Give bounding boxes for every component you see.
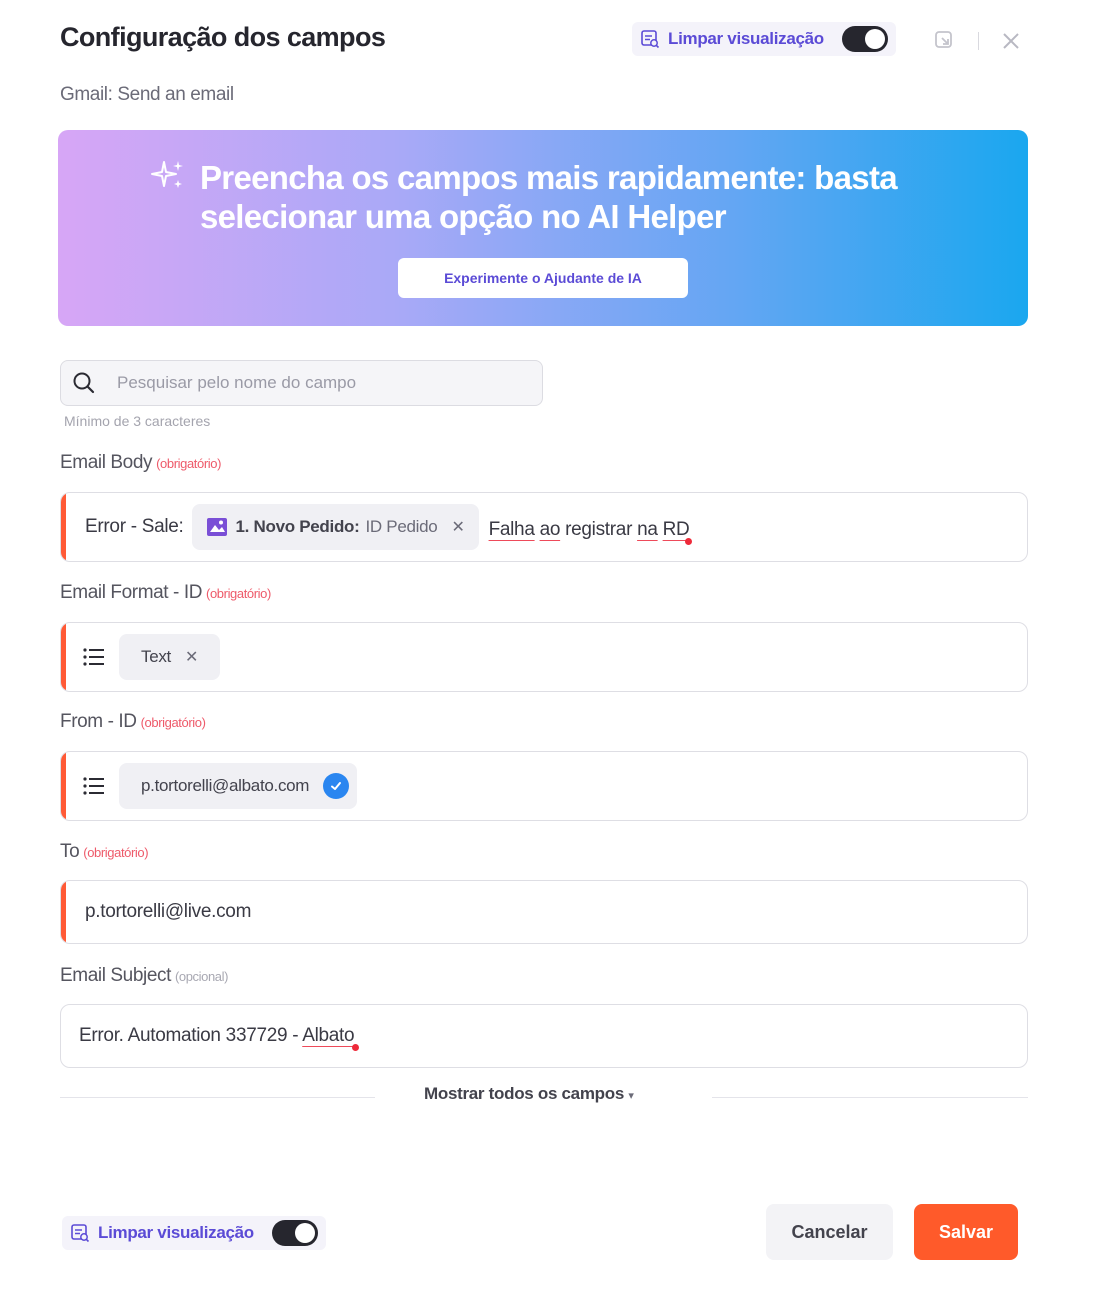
clear-preview-control[interactable]: Limpar visualização bbox=[632, 22, 896, 56]
list-icon bbox=[83, 777, 104, 795]
list-icon bbox=[83, 648, 104, 666]
from-field[interactable]: p.tortorelli@albato.com bbox=[60, 751, 1028, 821]
email-body-label-text: Email Body bbox=[60, 452, 153, 473]
email-format-field[interactable]: Text ✕ bbox=[60, 622, 1028, 692]
divider-right bbox=[712, 1097, 1028, 1098]
from-label-text: From - ID bbox=[60, 711, 137, 732]
optional-tag: (opcional) bbox=[174, 969, 229, 984]
show-all-fields-link[interactable]: Mostrar todos os campos ▾ bbox=[424, 1084, 634, 1104]
chip-step-label: 1. Novo Pedido: bbox=[235, 517, 360, 536]
order-app-icon bbox=[206, 518, 227, 536]
preview-toggle[interactable] bbox=[841, 26, 888, 52]
footer-clear-preview-label: Limpar visualização bbox=[98, 1223, 254, 1242]
body-word: RD bbox=[662, 519, 690, 540]
email-subject-value: Error. Automation 337729 - Albato bbox=[79, 1025, 361, 1051]
close-icon[interactable] bbox=[998, 28, 1024, 54]
preview-icon bbox=[641, 30, 660, 49]
search-input[interactable] bbox=[117, 373, 517, 393]
to-value: p.tortorelli@live.com bbox=[85, 901, 252, 922]
email-body-field[interactable]: Error - Sale: 1. Novo Pedido: ID Pedido … bbox=[60, 492, 1028, 562]
email-format-value: Text bbox=[141, 647, 171, 666]
from-account-chip[interactable]: p.tortorelli@albato.com bbox=[119, 763, 358, 809]
body-word: na bbox=[637, 519, 658, 540]
required-tag: (obrigatório) bbox=[156, 456, 221, 471]
variable-chip-order-id[interactable]: 1. Novo Pedido: ID Pedido ✕ bbox=[191, 504, 479, 550]
email-subject-label: Email Subject (opcional) bbox=[60, 965, 228, 987]
email-subject-label-text: Email Subject bbox=[60, 965, 171, 986]
required-tag: (obrigatório) bbox=[140, 715, 206, 730]
body-word: Falha bbox=[488, 519, 535, 540]
required-tag: (obrigatório) bbox=[206, 586, 271, 601]
remove-chip-icon[interactable]: ✕ bbox=[451, 517, 464, 537]
search-hint: Mínimo de 3 caracteres bbox=[64, 413, 211, 429]
body-word: registrar bbox=[565, 519, 633, 540]
from-label: From - ID (obrigatório) bbox=[60, 711, 206, 733]
preview-icon bbox=[71, 1224, 90, 1243]
required-tag: (obrigatório) bbox=[83, 845, 149, 860]
spellcheck-dot bbox=[352, 1044, 360, 1051]
page-subtitle: Gmail: Send an email bbox=[60, 84, 234, 105]
subject-prefix: Error. Automation 337729 - bbox=[79, 1025, 299, 1046]
chevron-down-icon: ▾ bbox=[628, 1090, 634, 1102]
verified-check-icon bbox=[323, 773, 350, 799]
clear-preview-label: Limpar visualização bbox=[668, 29, 824, 48]
remove-chip-icon[interactable]: ✕ bbox=[185, 647, 198, 667]
sparkle-icon bbox=[151, 161, 183, 188]
header: Configuração dos campos Limpar visualiza… bbox=[60, 18, 1030, 105]
to-field[interactable]: p.tortorelli@live.com bbox=[60, 880, 1028, 944]
show-all-label: Mostrar todos os campos bbox=[424, 1084, 624, 1103]
email-body-prefix: Error - Sale: bbox=[85, 516, 184, 537]
to-label: To (obrigatório) bbox=[60, 841, 149, 863]
ai-helper-banner: Preencha os campos mais rapidamente: bas… bbox=[58, 130, 1028, 326]
save-button[interactable]: Salvar bbox=[914, 1204, 1018, 1260]
try-ai-helper-button[interactable]: Experimente o Ajudante de IA bbox=[398, 258, 688, 298]
body-word: ao bbox=[539, 519, 561, 540]
email-subject-field[interactable]: Error. Automation 337729 - Albato bbox=[60, 1004, 1028, 1068]
subject-word: Albato bbox=[302, 1025, 355, 1046]
header-divider bbox=[978, 32, 979, 50]
expand-icon[interactable] bbox=[932, 28, 958, 54]
show-all-fields[interactable]: Mostrar todos os campos ▾ bbox=[60, 1084, 1028, 1110]
footer-clear-preview-control[interactable]: Limpar visualização bbox=[62, 1216, 326, 1250]
email-body-text: Falha ao registrar na RD bbox=[488, 519, 697, 545]
email-body-label: Email Body (obrigatório) bbox=[60, 452, 221, 474]
email-format-label: Email Format - ID (obrigatório) bbox=[60, 582, 271, 604]
from-account-value: p.tortorelli@albato.com bbox=[141, 776, 310, 795]
cancel-button[interactable]: Cancelar bbox=[766, 1204, 893, 1260]
email-format-chip[interactable]: Text ✕ bbox=[119, 634, 221, 680]
chip-field-label: ID Pedido bbox=[365, 517, 438, 536]
banner-text: Preencha os campos mais rapidamente: bas… bbox=[200, 159, 898, 235]
divider-left bbox=[60, 1097, 375, 1098]
email-format-label-text: Email Format - ID bbox=[60, 582, 203, 603]
spellcheck-dot bbox=[685, 538, 693, 545]
field-search[interactable] bbox=[60, 360, 543, 406]
search-icon bbox=[73, 372, 95, 394]
footer-preview-toggle[interactable] bbox=[271, 1220, 318, 1246]
page-title: Configuração dos campos bbox=[60, 22, 386, 52]
to-label-text: To bbox=[60, 841, 80, 862]
